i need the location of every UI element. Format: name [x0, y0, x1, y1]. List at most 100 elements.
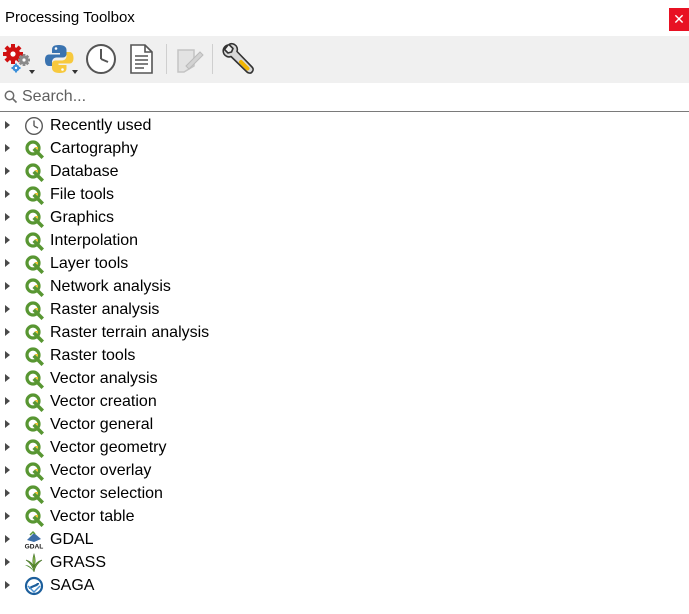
- expand-arrow-icon[interactable]: [5, 420, 10, 428]
- tree-item-label: File tools: [50, 186, 115, 203]
- qgis-icon: [24, 415, 44, 435]
- qgis-icon: [24, 300, 44, 320]
- toolbar: [0, 36, 689, 83]
- expand-arrow-icon[interactable]: [5, 443, 10, 451]
- tree-item[interactable]: Raster terrain analysis: [0, 321, 689, 344]
- tree-item-label: Cartography: [50, 140, 139, 157]
- expand-arrow-icon[interactable]: [5, 305, 10, 313]
- tree-item[interactable]: GDAL: [0, 528, 689, 551]
- tree-item[interactable]: Raster tools: [0, 344, 689, 367]
- expand-arrow-icon[interactable]: [5, 167, 10, 175]
- qgis-icon: [24, 277, 44, 297]
- tree-item[interactable]: Vector geometry: [0, 436, 689, 459]
- history-button[interactable]: [82, 40, 120, 78]
- expand-arrow-icon[interactable]: [5, 535, 10, 543]
- tree-item-label: Vector geometry: [50, 439, 167, 456]
- tree-item[interactable]: File tools: [0, 183, 689, 206]
- models-button[interactable]: [0, 40, 38, 78]
- tree-item-label: SAGA: [50, 577, 95, 594]
- toolbar-separator: [212, 44, 213, 74]
- expand-arrow-icon[interactable]: [5, 236, 10, 244]
- qgis-icon: [24, 392, 44, 412]
- tree-item-label: Raster tools: [50, 347, 136, 364]
- tree-item-label: Raster analysis: [50, 301, 160, 318]
- tree-item[interactable]: Vector table: [0, 505, 689, 528]
- tree-item-label: Raster terrain analysis: [50, 324, 210, 341]
- tree-item-label: GDAL: [50, 531, 94, 548]
- tree-item[interactable]: SAGA: [0, 574, 689, 597]
- edit-in-place-icon: [177, 49, 204, 73]
- tree-item-label: Vector overlay: [50, 462, 152, 479]
- toolbar-separator: [166, 44, 167, 74]
- qgis-icon: [24, 162, 44, 182]
- tree-item-label: Vector analysis: [50, 370, 158, 387]
- qgis-icon: [24, 208, 44, 228]
- gears-icon: [3, 44, 35, 74]
- tree-item[interactable]: Vector general: [0, 413, 689, 436]
- tree-item[interactable]: Network analysis: [0, 275, 689, 298]
- qgis-icon: [24, 139, 44, 159]
- tree-item[interactable]: Graphics: [0, 206, 689, 229]
- wrench-icon: [222, 42, 254, 74]
- options-button[interactable]: [219, 40, 257, 78]
- document-icon: [130, 44, 153, 74]
- tree-item[interactable]: Layer tools: [0, 252, 689, 275]
- python-icon: [45, 45, 78, 74]
- tree-item-label: Network analysis: [50, 278, 171, 295]
- tree-item[interactable]: Cartography: [0, 137, 689, 160]
- expand-arrow-icon[interactable]: [5, 374, 10, 382]
- expand-arrow-icon[interactable]: [5, 351, 10, 359]
- edit-features-in-place-button[interactable]: [170, 40, 208, 78]
- qgis-icon: [24, 507, 44, 527]
- tree-item-label: Vector selection: [50, 485, 163, 502]
- search-bar: [0, 84, 689, 112]
- tree-item-label: Graphics: [50, 209, 115, 226]
- expand-arrow-icon[interactable]: [5, 259, 10, 267]
- tree-item-label: Vector creation: [50, 393, 157, 410]
- scripts-button[interactable]: [42, 40, 80, 78]
- tree-item[interactable]: Database: [0, 160, 689, 183]
- window-title: Processing Toolbox: [5, 9, 135, 26]
- tree-item[interactable]: Vector creation: [0, 390, 689, 413]
- tree-item[interactable]: Vector selection: [0, 482, 689, 505]
- expand-arrow-icon[interactable]: [5, 558, 10, 566]
- tree-item[interactable]: Raster analysis: [0, 298, 689, 321]
- expand-arrow-icon[interactable]: [5, 489, 10, 497]
- tree-item-label: Database: [50, 163, 119, 180]
- expand-arrow-icon[interactable]: [5, 282, 10, 290]
- tree-item-label: Layer tools: [50, 255, 129, 272]
- close-button[interactable]: ✕: [669, 8, 689, 31]
- tree-item[interactable]: Recently used: [0, 114, 689, 137]
- qgis-icon: [24, 438, 44, 458]
- expand-arrow-icon[interactable]: [5, 397, 10, 405]
- qgis-icon: [24, 484, 44, 504]
- expand-arrow-icon[interactable]: [5, 328, 10, 336]
- tree-item[interactable]: Interpolation: [0, 229, 689, 252]
- expand-arrow-icon[interactable]: [5, 121, 10, 129]
- search-input[interactable]: [22, 86, 682, 108]
- tree-item[interactable]: Vector analysis: [0, 367, 689, 390]
- tree-item[interactable]: GRASS: [0, 551, 689, 574]
- expand-arrow-icon[interactable]: [5, 190, 10, 198]
- qgis-icon: [24, 369, 44, 389]
- qgis-icon: [24, 461, 44, 481]
- grass-icon: [24, 553, 44, 573]
- clock-icon: [24, 116, 44, 136]
- expand-arrow-icon[interactable]: [5, 581, 10, 589]
- qgis-icon: [24, 185, 44, 205]
- qgis-icon: [24, 231, 44, 251]
- title-bar: Processing Toolbox ✕: [0, 0, 689, 36]
- algorithm-tree: Recently used Cartography Database File too…: [0, 114, 689, 597]
- expand-arrow-icon[interactable]: [5, 213, 10, 221]
- clock-icon: [86, 44, 116, 74]
- expand-arrow-icon[interactable]: [5, 144, 10, 152]
- qgis-icon: [24, 254, 44, 274]
- expand-arrow-icon[interactable]: [5, 466, 10, 474]
- saga-icon: [24, 576, 44, 596]
- tree-item-label: Recently used: [50, 117, 152, 134]
- tree-item[interactable]: Vector overlay: [0, 459, 689, 482]
- qgis-icon: [24, 346, 44, 366]
- expand-arrow-icon[interactable]: [5, 512, 10, 520]
- results-viewer-button[interactable]: [122, 40, 160, 78]
- qgis-icon: [24, 323, 44, 343]
